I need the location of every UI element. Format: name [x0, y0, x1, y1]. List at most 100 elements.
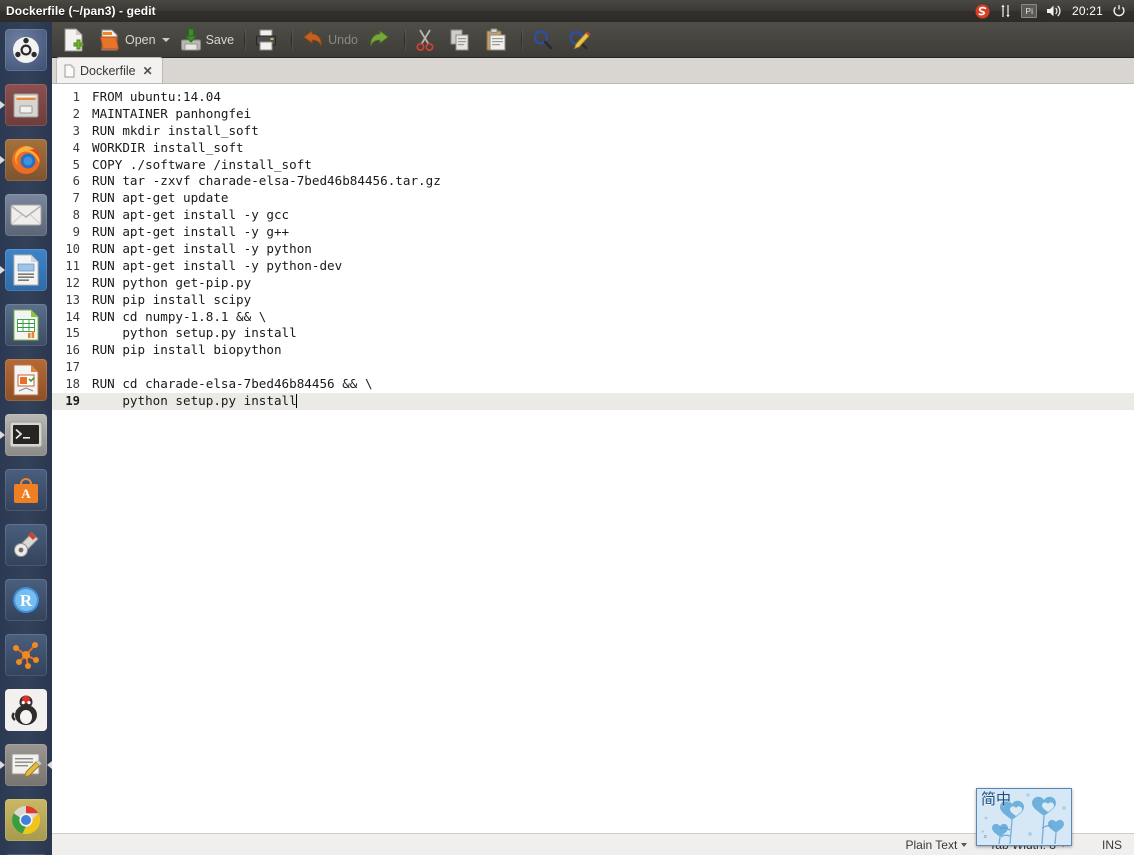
- launcher-item-java[interactable]: [0, 682, 52, 737]
- code-line[interactable]: 12 RUN python get-pip.py: [52, 275, 1134, 292]
- code-text: RUN apt-get install -y python: [92, 241, 312, 257]
- open-label: Open: [125, 32, 156, 47]
- launcher-item-libreoffice-impress[interactable]: [0, 352, 52, 407]
- code-line[interactable]: 9 RUN apt-get install -y g++: [52, 224, 1134, 241]
- launcher-item-chrome[interactable]: [0, 792, 52, 847]
- code-line[interactable]: 10 RUN apt-get install -y python: [52, 241, 1134, 258]
- ime-punctuation-label[interactable]: ʼ。: [982, 829, 992, 840]
- rstudio-icon: R: [5, 578, 47, 621]
- network-indicator-icon[interactable]: [999, 0, 1012, 22]
- launcher-item-terminal[interactable]: [0, 407, 52, 462]
- replace-button[interactable]: [563, 25, 601, 55]
- line-number: 16: [65, 343, 80, 358]
- tab-close-icon[interactable]: ✕: [143, 65, 153, 77]
- new-document-button[interactable]: [58, 25, 94, 55]
- chevron-down-icon[interactable]: [161, 37, 170, 42]
- line-number: 18: [65, 377, 80, 392]
- session-indicator-icon[interactable]: [1112, 0, 1126, 22]
- tab-title: Dockerfile: [80, 63, 136, 78]
- svg-text:R: R: [20, 591, 33, 610]
- mail-icon: [5, 193, 47, 236]
- libreoffice-calc-icon: [5, 303, 47, 346]
- line-number: 1: [72, 90, 80, 104]
- code-line[interactable]: 3 RUN mkdir install_soft: [52, 123, 1134, 140]
- code-text: RUN python get-pip.py: [92, 274, 252, 290]
- firefox-icon: [5, 138, 47, 181]
- unity-top-panel: Dockerfile (~/pan3) - gedit Pi 20:21: [0, 0, 1134, 22]
- code-line[interactable]: 17: [52, 359, 1134, 376]
- toolbar-separator: [291, 28, 293, 51]
- code-lines: 1 FROM ubuntu:14.04 2 MAINTAINER panhongfei…: [52, 84, 1134, 410]
- ubuntu-logo-icon: [5, 28, 47, 71]
- code-line[interactable]: 8 RUN apt-get install -y gcc: [52, 207, 1134, 224]
- libreoffice-writer-icon: [5, 248, 47, 291]
- terminal-icon: [5, 413, 47, 456]
- open-button[interactable]: Open: [94, 25, 175, 55]
- code-line[interactable]: 16 RUN pip install biopython: [52, 342, 1134, 359]
- language-label: Plain Text: [905, 837, 958, 852]
- code-text: RUN apt-get install -y python-dev: [92, 257, 343, 273]
- launcher-item-workspace-switcher[interactable]: [0, 847, 52, 855]
- code-line[interactable]: 5 COPY ./software /install_soft: [52, 157, 1134, 174]
- launcher-item-cytoscape[interactable]: [0, 627, 52, 682]
- cut-button[interactable]: [410, 25, 444, 55]
- language-selector[interactable]: Plain Text: [905, 837, 968, 852]
- code-line[interactable]: 6 RUN tar -zxvf charade-elsa-7bed46b84456…: [52, 173, 1134, 190]
- launcher-item-rstudio[interactable]: R: [0, 572, 52, 627]
- launcher-item-libreoffice-writer[interactable]: [0, 242, 52, 297]
- code-text: RUN apt-get install -y gcc: [92, 207, 290, 223]
- find-button[interactable]: [527, 25, 563, 55]
- launcher-item-gedit[interactable]: [0, 737, 52, 792]
- clock-indicator[interactable]: 20:21: [1072, 0, 1103, 22]
- line-number: 11: [65, 258, 80, 273]
- code-text: COPY ./software /install_soft: [92, 156, 312, 172]
- cytoscape-icon: [5, 633, 47, 676]
- code-line[interactable]: 2 MAINTAINER panhongfei: [52, 106, 1134, 123]
- code-line[interactable]: 18 RUN cd charade-elsa-7bed46b84456 && \: [52, 376, 1134, 393]
- sogou-indicator-icon[interactable]: [975, 0, 990, 22]
- gedit-window: Open Save Undo Dockerfile ✕ 1 FROM ubunt…: [52, 22, 1134, 855]
- software-center-icon: A: [5, 468, 47, 511]
- launcher-item-software-center[interactable]: A: [0, 462, 52, 517]
- save-button[interactable]: Save: [175, 25, 240, 55]
- launcher-item-ubuntu-dash[interactable]: [0, 22, 52, 77]
- line-number: 4: [72, 140, 80, 155]
- ime-mode-label[interactable]: 简中: [981, 791, 1011, 808]
- text-cursor: [295, 394, 297, 409]
- code-line[interactable]: 14 RUN cd numpy-1.8.1 && \: [52, 309, 1134, 326]
- paste-button[interactable]: [480, 25, 516, 55]
- files-icon: [5, 83, 47, 126]
- gedit-icon: [5, 743, 47, 786]
- code-line[interactable]: 4 WORKDIR install_soft: [52, 140, 1134, 157]
- code-line[interactable]: 19 python setup.py install: [52, 393, 1134, 410]
- volume-indicator-icon[interactable]: [1046, 0, 1063, 22]
- redo-button[interactable]: [363, 25, 399, 55]
- code-text: RUN apt-get install -y g++: [92, 224, 290, 240]
- code-line[interactable]: 13 RUN pip install scipy: [52, 292, 1134, 309]
- keyboard-layout-indicator[interactable]: Pi: [1021, 0, 1037, 22]
- code-text: RUN mkdir install_soft: [92, 122, 259, 138]
- print-button[interactable]: [250, 25, 286, 55]
- undo-button[interactable]: Undo: [297, 25, 363, 55]
- code-text: RUN apt-get update: [92, 190, 229, 206]
- tab-dockerfile[interactable]: Dockerfile ✕: [56, 57, 163, 83]
- input-method-panel[interactable]: 简中 ʼ。: [976, 788, 1072, 846]
- code-line[interactable]: 15 python setup.py install: [52, 325, 1134, 342]
- code-line[interactable]: 11 RUN apt-get install -y python-dev: [52, 258, 1134, 275]
- launcher-item-files[interactable]: [0, 77, 52, 132]
- launcher-item-firefox[interactable]: [0, 132, 52, 187]
- line-number: 7: [72, 191, 80, 206]
- code-line[interactable]: 1 FROM ubuntu:14.04: [52, 89, 1134, 106]
- line-number: 13: [65, 292, 80, 307]
- document-icon: [64, 64, 75, 77]
- text-editor-area[interactable]: 1 FROM ubuntu:14.04 2 MAINTAINER panhongfei…: [52, 84, 1134, 833]
- code-line[interactable]: 7 RUN apt-get update: [52, 190, 1134, 207]
- line-number: 12: [65, 275, 80, 290]
- gedit-toolbar: Open Save Undo: [52, 22, 1134, 58]
- copy-button[interactable]: [444, 25, 480, 55]
- indicator-area: Pi 20:21: [975, 0, 1134, 22]
- launcher-item-system-settings[interactable]: [0, 517, 52, 572]
- line-number: 15: [65, 326, 80, 341]
- launcher-item-libreoffice-calc[interactable]: [0, 297, 52, 352]
- launcher-item-thunderbird[interactable]: [0, 187, 52, 242]
